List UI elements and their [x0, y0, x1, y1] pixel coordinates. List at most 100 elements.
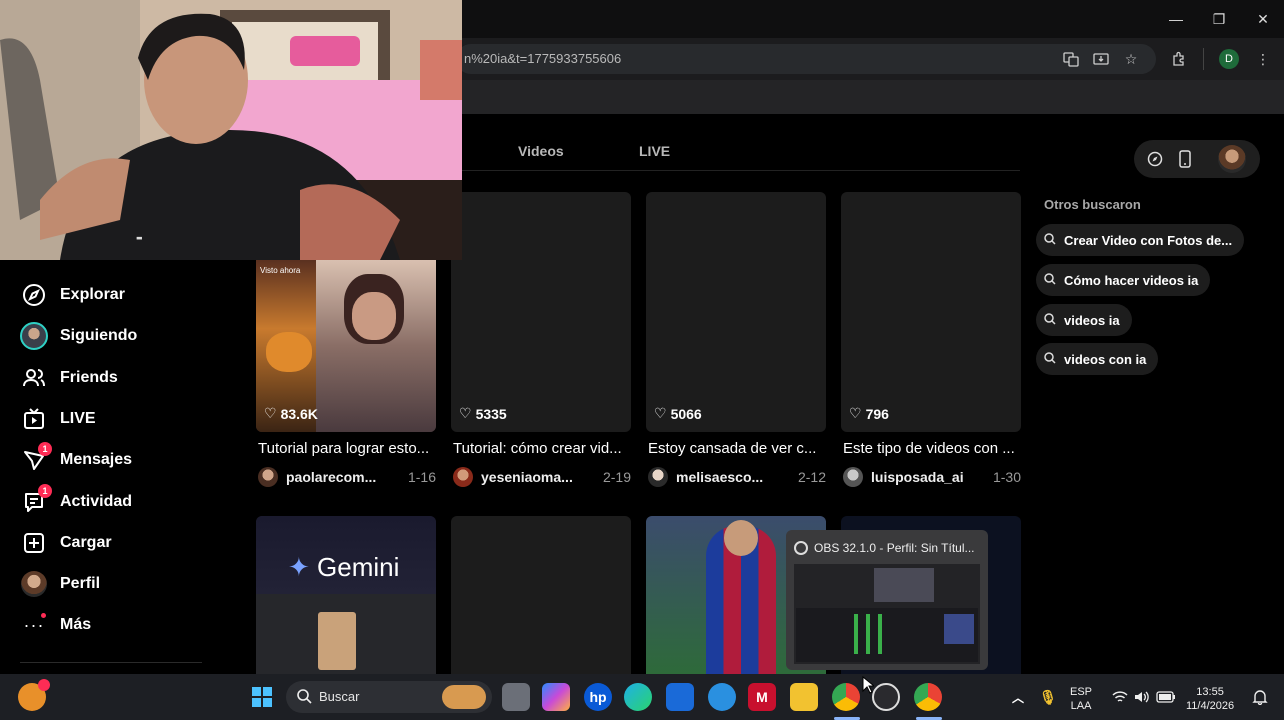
following-avatar-icon — [20, 322, 48, 350]
sidebar-item-live[interactable]: LIVE — [20, 405, 96, 433]
file-explorer-icon[interactable] — [790, 683, 818, 711]
video-title[interactable]: Este tipo de videos con ... — [843, 440, 1021, 457]
battery-icon[interactable] — [1152, 683, 1180, 711]
close-window-button[interactable]: ✕ — [1251, 8, 1275, 30]
tab-live[interactable]: LIVE — [639, 143, 670, 159]
sidebar-divider — [20, 662, 202, 663]
more-dots-icon: ··· — [23, 613, 46, 635]
address-bar-url[interactable]: n%20ia&t=1775933755606 — [464, 51, 621, 66]
related-search-text: Cómo hacer videos ia — [1064, 272, 1199, 288]
user-avatar[interactable] — [1218, 145, 1246, 173]
related-search-text: Crear Video con Fotos de... — [1064, 232, 1233, 248]
search-icon — [1044, 272, 1060, 288]
notifications-bell-icon[interactable] — [1246, 683, 1274, 711]
author-avatar[interactable] — [648, 467, 668, 487]
gemini-logo: ✦ Gemini — [288, 552, 400, 582]
obs-taskbar-icon[interactable] — [872, 683, 900, 711]
video-thumbnail[interactable]: ♡ 5066 — [646, 192, 826, 432]
weather-widget-icon[interactable] — [18, 679, 50, 711]
install-app-icon[interactable] — [1092, 50, 1110, 68]
bookmark-star-icon[interactable]: ☆ — [1122, 50, 1140, 68]
sidebar-item-mas[interactable]: ··· Más — [20, 611, 91, 639]
video-thumbnail[interactable]: ♡ 5335 — [451, 192, 631, 432]
like-count: ♡ 5335 — [459, 405, 507, 422]
task-view-icon[interactable] — [502, 683, 530, 711]
video-meta: melisaesco... 2-12 — [648, 466, 826, 488]
author-name[interactable]: luisposada_ai — [871, 469, 981, 485]
mcafee-icon[interactable]: M — [748, 683, 776, 711]
top-actions-bar — [1134, 140, 1260, 178]
search-highlight-icon — [442, 685, 486, 709]
search-icon — [1044, 232, 1060, 248]
toolbar-separator — [1203, 48, 1204, 70]
clock[interactable]: 13:55 11/4/2026 — [1186, 685, 1234, 713]
related-search-chip[interactable]: videos ia — [1036, 304, 1132, 336]
chrome-icon[interactable] — [832, 683, 860, 711]
tab-videos[interactable]: Videos — [518, 143, 564, 159]
edge-browser-icon[interactable] — [624, 683, 652, 711]
windows-taskbar: Buscar hp M ︿ 🎙 ESP LAA 13:55 11/4/2026 — [0, 674, 1284, 720]
minimize-window-button[interactable]: — — [1164, 8, 1188, 30]
hp-app-icon[interactable]: hp — [584, 683, 612, 711]
microsoft-store-icon[interactable] — [666, 683, 694, 711]
author-avatar[interactable] — [453, 467, 473, 487]
video-meta: paolarecom... 1-16 — [258, 466, 436, 488]
extensions-puzzle-icon[interactable] — [1170, 50, 1188, 68]
friends-icon — [20, 364, 48, 392]
translate-icon[interactable] — [1062, 50, 1080, 68]
watched-tag: Visto ahora — [260, 266, 301, 275]
video-title[interactable]: Estoy cansada de ver c... — [648, 440, 826, 457]
video-thumbnail[interactable]: ✦ Gemini — [256, 516, 436, 674]
copilot-icon[interactable] — [542, 683, 570, 711]
search-icon — [1044, 351, 1060, 367]
related-search-chip[interactable]: Cómo hacer videos ia — [1036, 264, 1211, 296]
author-name[interactable]: paolarecom... — [286, 469, 396, 485]
sidebar-item-label: Perfil — [60, 575, 101, 592]
video-title[interactable]: Tutorial para lograr esto... — [258, 440, 436, 457]
author-avatar[interactable] — [843, 467, 863, 487]
obs-preview-title: OBS 32.1.0 - Perfil: Sin Títul... — [814, 541, 975, 555]
tabs-divider — [455, 170, 1020, 171]
address-bar[interactable]: n%20ia&t=1775933755606 ☆ — [456, 44, 1156, 74]
related-search-chip[interactable]: videos con ia — [1036, 343, 1159, 375]
heart-icon: ♡ — [654, 405, 667, 421]
video-meta: yeseniaoma... 2-19 — [453, 466, 631, 488]
upload-plus-icon — [20, 529, 48, 557]
sidebar-item-cargar[interactable]: Cargar — [20, 529, 112, 557]
author-name[interactable]: melisaesco... — [676, 469, 786, 485]
video-meta: luisposada_ai 1-30 — [843, 466, 1021, 488]
microphone-icon[interactable]: 🎙 — [1034, 683, 1062, 711]
related-search-chip[interactable]: Crear Video con Fotos de... — [1036, 224, 1245, 256]
video-thumbnail[interactable]: ♡ 796 — [841, 192, 1021, 432]
show-hidden-icons-chevron-icon[interactable]: ︿ — [1004, 683, 1032, 711]
chrome-profile-icon[interactable] — [914, 683, 942, 711]
globe-app-icon[interactable] — [708, 683, 736, 711]
sidebar-item-friends[interactable]: Friends — [20, 364, 118, 392]
video-thumbnail[interactable] — [451, 516, 631, 674]
like-count: ♡ 5066 — [654, 405, 702, 422]
author-name[interactable]: yeseniaoma... — [481, 469, 591, 485]
sidebar-item-siguiendo[interactable]: Siguiendo — [20, 322, 137, 350]
windows-start-icon[interactable] — [248, 683, 276, 711]
sidebar-item-explorar[interactable]: Explorar — [20, 281, 125, 309]
like-count: ♡ 796 — [849, 405, 889, 422]
browser-menu-icon[interactable]: ⋮ — [1254, 50, 1272, 68]
compass-icon[interactable] — [1145, 149, 1165, 169]
obs-window-preview[interactable]: OBS 32.1.0 - Perfil: Sin Títul... — [786, 530, 988, 670]
sidebar-item-actividad[interactable]: 1 Actividad — [20, 484, 132, 516]
mouse-cursor — [862, 675, 876, 699]
phone-app-icon[interactable] — [1175, 149, 1195, 169]
compass-icon — [20, 281, 48, 309]
gemini-sparkle-icon: ✦ — [288, 552, 310, 582]
sidebar-item-mensajes[interactable]: 1 Mensajes — [20, 442, 132, 474]
live-tv-icon — [20, 405, 48, 433]
taskbar-search-box[interactable]: Buscar — [286, 681, 492, 713]
svg-text:▬: ▬ — [136, 234, 143, 242]
sidebar-item-perfil[interactable]: Perfil — [20, 570, 100, 598]
maximize-window-button[interactable]: ❐ — [1207, 8, 1231, 30]
related-search-text: videos ia — [1064, 312, 1120, 328]
video-title[interactable]: Tutorial: cómo crear vid... — [453, 440, 631, 457]
profile-avatar-button[interactable]: D — [1219, 49, 1239, 69]
input-language-indicator[interactable]: ESP LAA — [1070, 685, 1092, 713]
author-avatar[interactable] — [258, 467, 278, 487]
